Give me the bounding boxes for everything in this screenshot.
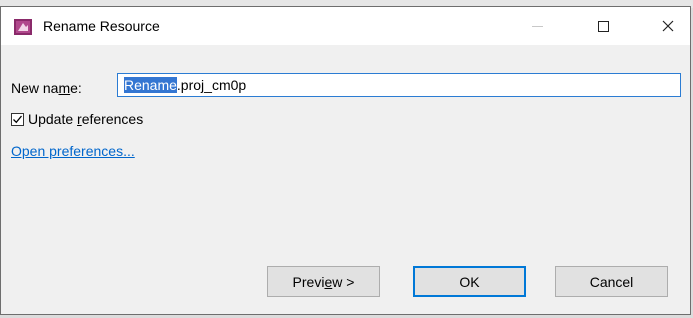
update-references-checkbox[interactable] [11,112,24,126]
selected-text: Rename [124,77,177,93]
eclipse-rename-icon [14,19,32,35]
close-button[interactable] [645,7,691,45]
unselected-text: .proj_cm0p [176,77,247,93]
maximize-icon [597,20,609,32]
dialog-content: New name: Rename.proj_cm0p Update refere… [1,45,690,314]
new-name-input[interactable]: Rename.proj_cm0p [117,73,681,97]
close-icon [662,20,674,32]
maximize-button[interactable] [580,7,626,45]
title-bar[interactable]: Rename Resource [1,7,690,45]
update-references-row[interactable]: Update references [11,111,143,127]
open-preferences-link[interactable]: Open preferences... [11,143,135,159]
minimize-button[interactable] [514,7,560,45]
window-title: Rename Resource [43,18,160,34]
update-references-label: Update references [28,111,144,127]
new-name-label: New name: [11,76,82,100]
minimize-icon [531,25,543,27]
checkmark-icon [13,115,23,123]
cancel-button[interactable]: Cancel [555,266,668,297]
rename-resource-dialog: Rename Resource New name: Rename.proj_cm… [0,6,691,315]
new-name-label-text: New name: [11,80,82,96]
preview-button[interactable]: Previ e w > [267,266,380,297]
ok-button[interactable]: OK [413,266,526,297]
